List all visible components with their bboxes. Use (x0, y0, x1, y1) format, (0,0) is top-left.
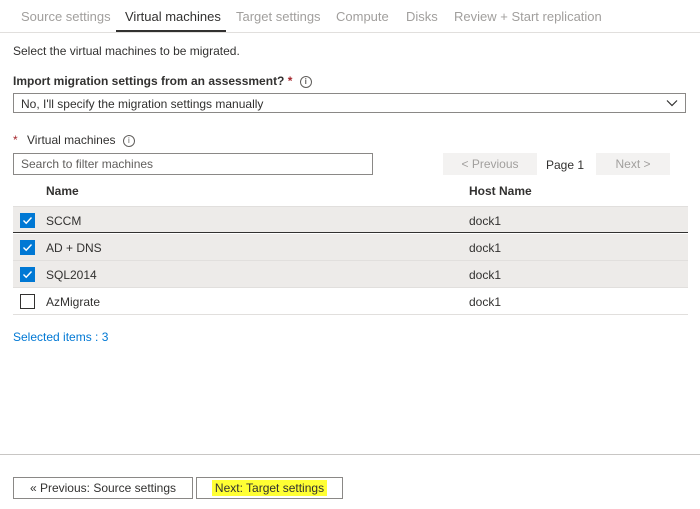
cell-vm-name: AD + DNS (46, 241, 102, 255)
table-row[interactable]: AD + DNS dock1 (13, 234, 688, 261)
tab-target-settings[interactable]: Target settings (236, 9, 321, 24)
import-settings-dropdown[interactable]: No, I'll specify the migration settings … (13, 93, 686, 113)
next-target-settings-label: Next: Target settings (211, 480, 328, 496)
cell-vm-name: SCCM (46, 214, 82, 228)
previous-source-settings-button[interactable]: « Previous: Source settings (13, 477, 193, 499)
tab-source-settings[interactable]: Source settings (21, 9, 111, 24)
cell-host-name: dock1 (469, 214, 502, 228)
tab-compute[interactable]: Compute (336, 9, 389, 24)
checkmark-icon (23, 244, 33, 252)
tab-virtual-machines[interactable]: Virtual machines (125, 9, 221, 24)
pager-next-button[interactable]: Next > (596, 153, 670, 175)
pager-previous-button[interactable]: < Previous (443, 153, 537, 175)
info-icon[interactable]: i (299, 75, 312, 88)
cell-vm-name: AzMigrate (46, 295, 101, 309)
column-header-host-name: Host Name (469, 184, 532, 198)
footer-divider (0, 454, 700, 455)
filter-machines-input[interactable] (13, 153, 373, 175)
column-header-name: Name (46, 184, 79, 198)
checkmark-icon (23, 217, 33, 225)
info-icon[interactable]: i (122, 134, 135, 147)
cell-host-name: dock1 (469, 295, 502, 309)
chevron-down-icon (666, 100, 678, 107)
active-tab-indicator (116, 30, 226, 32)
required-mark: * (13, 133, 18, 147)
checkmark-icon (23, 271, 33, 279)
next-target-settings-button[interactable]: Next: Target settings (196, 477, 343, 499)
row-checkbox[interactable] (20, 213, 35, 228)
wizard-tabs: Source settings Virtual machines Target … (0, 0, 700, 33)
cell-host-name: dock1 (469, 241, 502, 255)
row-checkbox[interactable] (20, 267, 35, 282)
import-settings-selected-value: No, I'll specify the migration settings … (21, 97, 264, 111)
row-checkbox[interactable] (20, 240, 35, 255)
tab-review-start-replication[interactable]: Review + Start replication (454, 9, 602, 24)
table-row[interactable]: SCCM dock1 (13, 206, 688, 233)
import-settings-label-text: Import migration settings from an assess… (13, 74, 285, 88)
cell-host-name: dock1 (469, 268, 502, 282)
virtual-machines-label-text: Virtual machines (27, 133, 116, 147)
table-row[interactable]: SQL2014 dock1 (13, 261, 688, 288)
tab-disks[interactable]: Disks (406, 9, 438, 24)
import-settings-label: Import migration settings from an assess… (13, 74, 312, 88)
virtual-machines-label: * Virtual machines i (13, 133, 135, 147)
row-checkbox[interactable] (20, 294, 35, 309)
required-mark: * (287, 74, 293, 88)
page-indicator: Page 1 (546, 158, 585, 172)
selected-items-count[interactable]: Selected items : 3 (13, 330, 108, 344)
intro-text: Select the virtual machines to be migrat… (13, 44, 240, 58)
table-row[interactable]: AzMigrate dock1 (13, 288, 688, 315)
cell-vm-name: SQL2014 (46, 268, 97, 282)
